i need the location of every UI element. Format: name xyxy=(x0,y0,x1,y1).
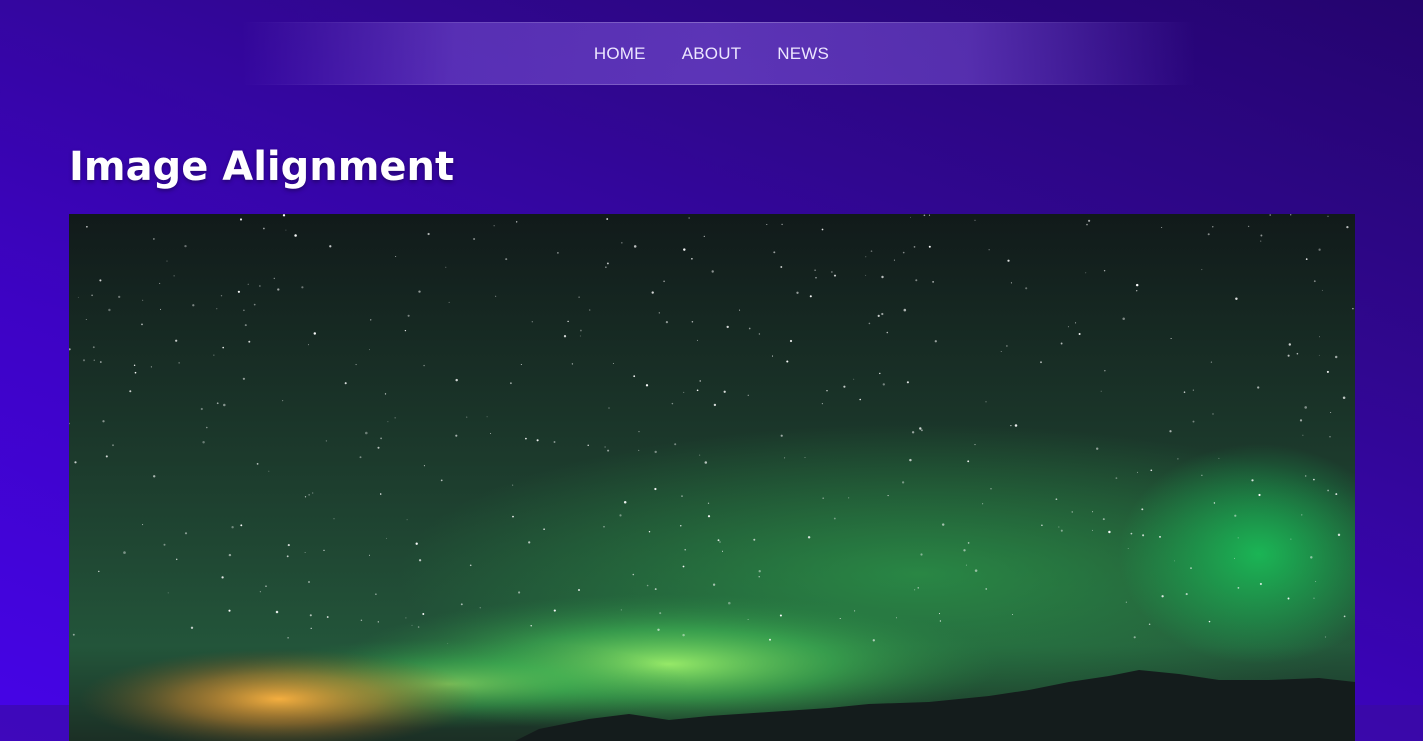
aurora-photo xyxy=(69,214,1355,741)
top-navigation: HOME ABOUT NEWS xyxy=(0,22,1423,85)
aurora-photo-graphic xyxy=(69,214,1355,741)
page-title: Image Alignment xyxy=(69,144,455,190)
nav-link-home[interactable]: HOME xyxy=(594,44,646,64)
nav-link-news[interactable]: NEWS xyxy=(777,44,829,64)
nav-link-about[interactable]: ABOUT xyxy=(682,44,742,64)
